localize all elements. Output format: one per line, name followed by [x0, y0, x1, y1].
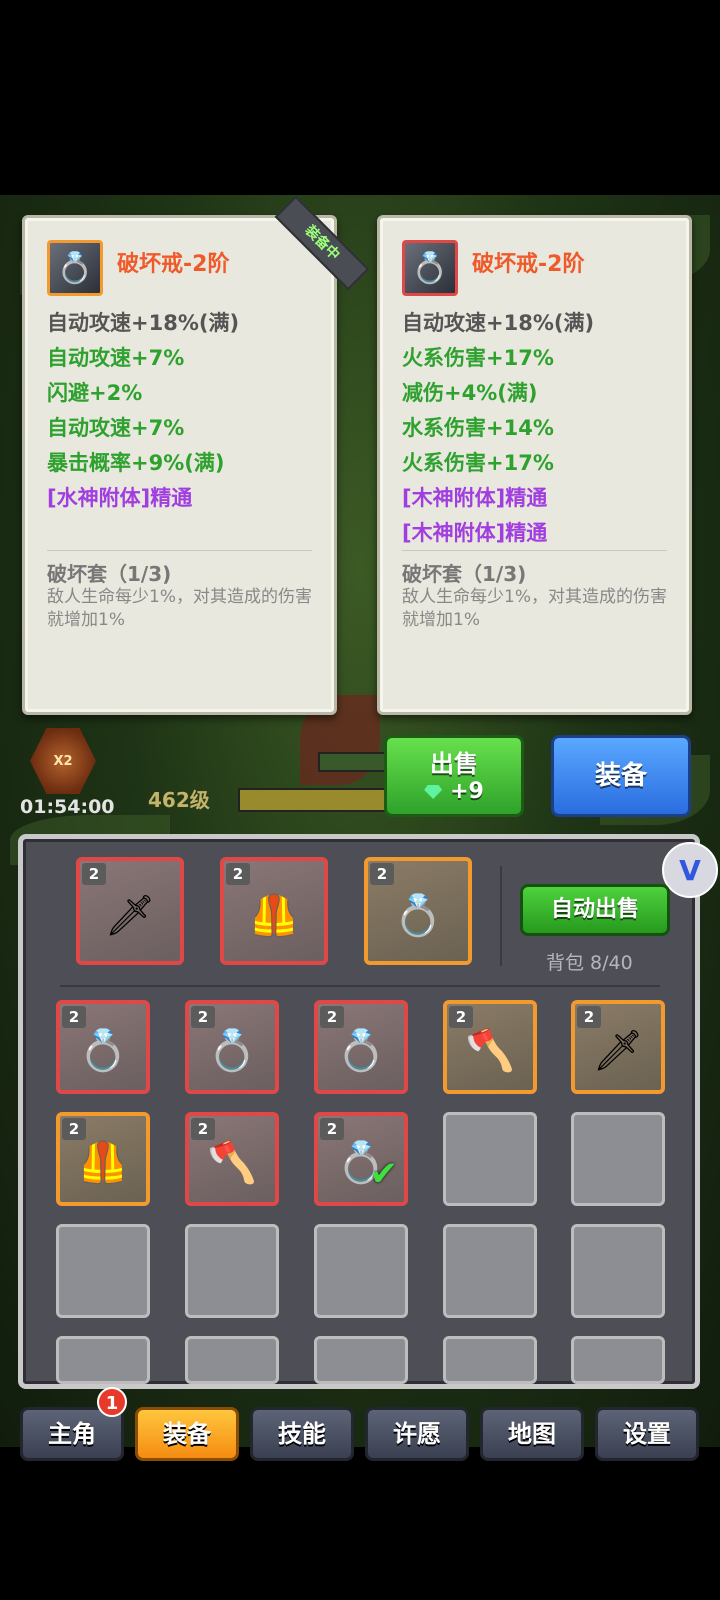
equipped-slot[interactable]: 2 💍 — [364, 857, 472, 965]
hp-bar — [318, 752, 392, 772]
armor-icon: 🦺 — [78, 1140, 128, 1187]
divider — [60, 985, 660, 987]
player-level: 462级 — [148, 788, 210, 812]
armor-icon: 🦺 — [249, 893, 299, 939]
stat-line: 自动攻速+7% — [47, 346, 185, 370]
tab-4[interactable]: 地图 — [480, 1407, 584, 1461]
timer: 01:54:00 — [20, 796, 115, 818]
selected-item-card: 💍 破坏戒-2阶 自动攻速+18%(满) 火系伤害+17% 减伤+4%(满) 水… — [377, 215, 692, 715]
item-thumbnail: 💍 — [47, 240, 103, 296]
stat-line: 火系伤害+17% — [402, 346, 554, 370]
item-level: 2 — [577, 1006, 601, 1028]
stat-line: 自动攻速+18%(满) — [402, 311, 595, 335]
empty-slot[interactable] — [56, 1224, 150, 1318]
item-stats: 自动攻速+18%(满) 火系伤害+17% 减伤+4%(满) 水系伤害+14% 火… — [402, 306, 682, 551]
item-level: 2 — [191, 1006, 215, 1028]
item-level: 2 — [370, 863, 394, 885]
sell-label: 出售 — [430, 750, 478, 778]
set-title: 破坏套（1/3) — [402, 562, 527, 586]
sword-icon: 🗡 — [592, 1028, 644, 1075]
set-description: 敌人生命每少1%，对其造成的伤害就增加1% — [47, 587, 312, 630]
ring-icon: 💍 — [393, 893, 443, 939]
set-title: 破坏套（1/3) — [47, 562, 172, 586]
stat-line: 水系伤害+14% — [402, 416, 554, 440]
empty-slot[interactable] — [314, 1336, 408, 1384]
notification-badge: 1 — [97, 1387, 127, 1417]
stat-line: 暴击概率+9%(满) — [47, 451, 225, 475]
empty-slot[interactable] — [185, 1224, 279, 1318]
ring-icon: 💍 — [411, 250, 449, 286]
exp-bar — [238, 788, 392, 812]
stat-line: [木神附体]精通 — [402, 521, 548, 545]
stat-line: [水神附体]精通 — [47, 486, 193, 510]
stat-line: 火系伤害+17% — [402, 451, 554, 475]
empty-slot[interactable] — [571, 1112, 665, 1206]
item-level: 2 — [226, 863, 250, 885]
item-stats: 自动攻速+18%(满) 自动攻速+7% 闪避+2% 自动攻速+7% 暴击概率+9… — [47, 306, 327, 516]
equipped-slot[interactable]: 2 🗡 — [76, 857, 184, 965]
inventory-slot[interactable]: 2 🪓 — [185, 1112, 279, 1206]
inventory-slot[interactable]: 2 💍 — [56, 1000, 150, 1094]
empty-slot[interactable] — [571, 1336, 665, 1384]
stat-line: 自动攻速+18%(满) — [47, 311, 240, 335]
inventory-slot[interactable]: 2 💍 ✔ — [314, 1112, 408, 1206]
gem-icon — [424, 785, 443, 799]
empty-slot[interactable] — [571, 1224, 665, 1318]
inventory-slot[interactable]: 2 🪓 — [443, 1000, 537, 1094]
item-level: 2 — [320, 1006, 344, 1028]
inventory-slot[interactable]: 2 💍 — [314, 1000, 408, 1094]
v-logo-icon[interactable]: V — [662, 842, 718, 898]
item-thumbnail: 💍 — [402, 240, 458, 296]
equipped-item-card: 💍 破坏戒-2阶 自动攻速+18%(满) 自动攻速+7% 闪避+2% 自动攻速+… — [22, 215, 337, 715]
item-name: 破坏戒-2阶 — [472, 252, 585, 277]
item-level: 2 — [449, 1006, 473, 1028]
tab-5[interactable]: 设置 — [595, 1407, 699, 1461]
item-level: 2 — [320, 1118, 344, 1140]
ring-icon: 💍 — [336, 1028, 386, 1075]
stat-line: [木神附体]精通 — [402, 486, 548, 510]
empty-slot[interactable] — [185, 1336, 279, 1384]
empty-slot[interactable] — [314, 1224, 408, 1318]
item-level: 2 — [82, 863, 106, 885]
item-name: 破坏戒-2阶 — [117, 252, 230, 277]
inventory-slot[interactable]: 2 🦺 — [56, 1112, 150, 1206]
empty-slot[interactable] — [56, 1336, 150, 1384]
divider — [47, 550, 312, 551]
tab-1[interactable]: 装备 — [135, 1407, 239, 1461]
axe-icon: 🪓 — [207, 1140, 257, 1187]
tab-2[interactable]: 技能 — [250, 1407, 354, 1461]
multiplier-text: X2 — [53, 753, 73, 769]
stat-line: 闪避+2% — [47, 381, 143, 405]
check-icon: ✔ — [369, 1154, 399, 1194]
divider — [500, 866, 502, 966]
stat-line: 自动攻速+7% — [47, 416, 185, 440]
tab-3[interactable]: 许愿 — [365, 1407, 469, 1461]
sword-icon: 🗡 — [104, 893, 156, 939]
stat-line: 减伤+4%(满) — [402, 381, 538, 405]
equipped-slot[interactable]: 2 🦺 — [220, 857, 328, 965]
empty-slot[interactable] — [443, 1336, 537, 1384]
empty-slot[interactable] — [443, 1112, 537, 1206]
bag-capacity: 背包 8/40 — [546, 952, 633, 974]
equip-button[interactable]: 装备 — [551, 735, 691, 817]
ring-icon: 💍 — [78, 1028, 128, 1075]
inventory-slot[interactable]: 2 💍 — [185, 1000, 279, 1094]
axe-icon: 🪓 — [465, 1028, 515, 1075]
item-level: 2 — [62, 1006, 86, 1028]
divider — [402, 550, 667, 551]
ring-icon: 💍 — [56, 250, 94, 286]
inventory-slot[interactable]: 2 🗡 — [571, 1000, 665, 1094]
sell-price: +9 — [450, 779, 484, 804]
empty-slot[interactable] — [443, 1224, 537, 1318]
sell-button[interactable]: 出售 +9 — [384, 735, 524, 817]
set-description: 敌人生命每少1%，对其造成的伤害就增加1% — [402, 587, 667, 630]
ring-icon: 💍 — [207, 1028, 257, 1075]
item-level: 2 — [191, 1118, 215, 1140]
item-level: 2 — [62, 1118, 86, 1140]
auto-sell-button[interactable]: 自动出售 — [520, 884, 670, 936]
